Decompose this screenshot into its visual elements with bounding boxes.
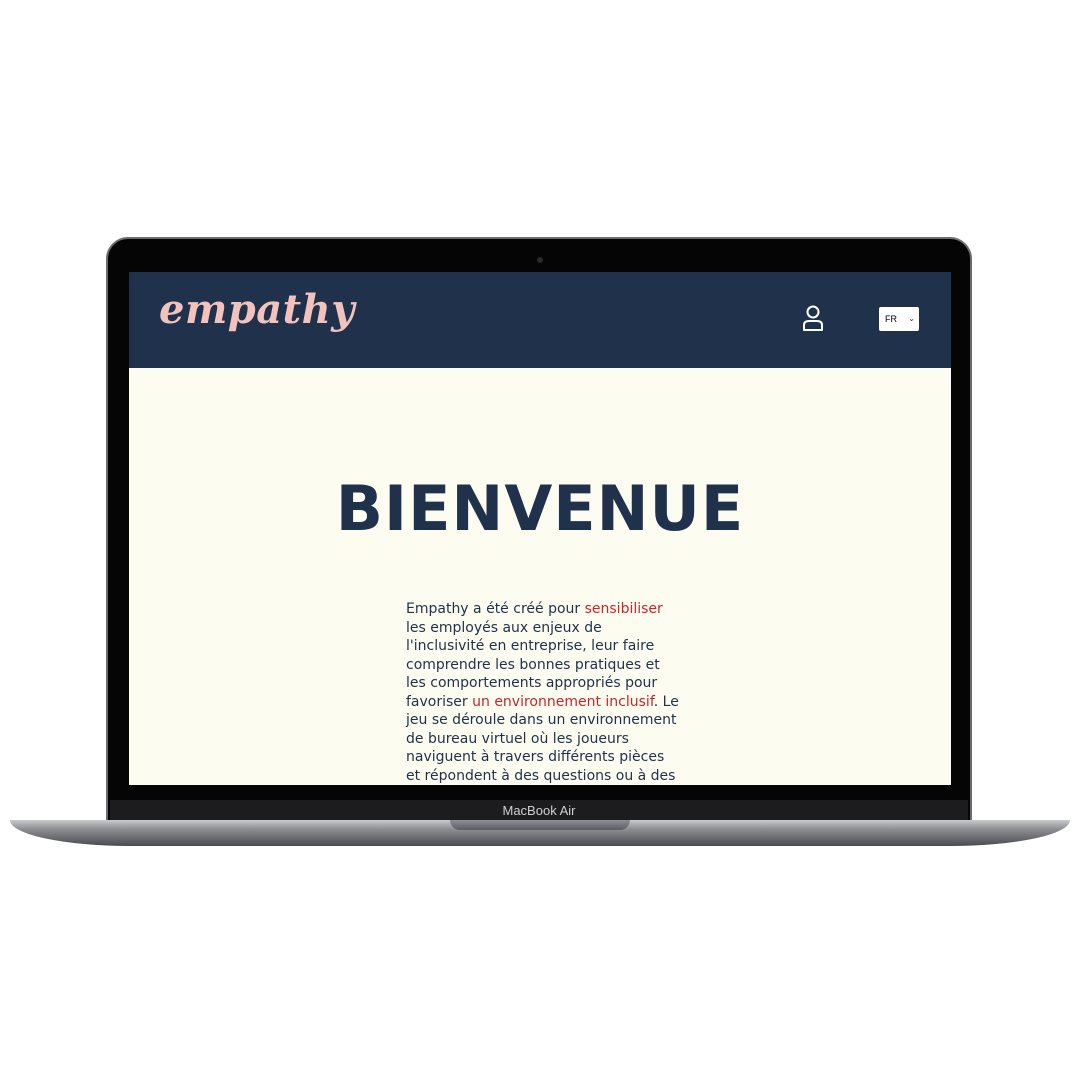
camera-icon	[537, 257, 543, 263]
user-icon[interactable]	[801, 304, 825, 332]
laptop-notch	[450, 820, 630, 830]
site-header: empathy FR ⌄	[129, 272, 951, 368]
intro-highlight-1: sensibiliser	[584, 601, 663, 617]
site-logo[interactable]: empathy	[159, 286, 355, 333]
language-select[interactable]: FR ⌄	[879, 307, 919, 331]
laptop-mockup: empathy FR ⌄ BIENVENUE Empathy a été cré…	[0, 0, 1080, 1080]
laptop-chin: MacBook Air	[110, 800, 968, 822]
language-value: FR	[885, 314, 897, 324]
chevron-down-icon: ⌄	[908, 314, 915, 323]
intro-highlight-2: un environnement inclusif	[472, 693, 654, 710]
intro-text-1: Empathy a été créé pour	[406, 601, 585, 617]
device-label: MacBook Air	[502, 803, 576, 818]
intro-paragraph: Empathy a été créé pour sensibiliser les…	[406, 600, 681, 785]
page-title: BIENVENUE	[335, 472, 745, 545]
laptop-screen: empathy FR ⌄ BIENVENUE Empathy a été cré…	[129, 272, 951, 785]
